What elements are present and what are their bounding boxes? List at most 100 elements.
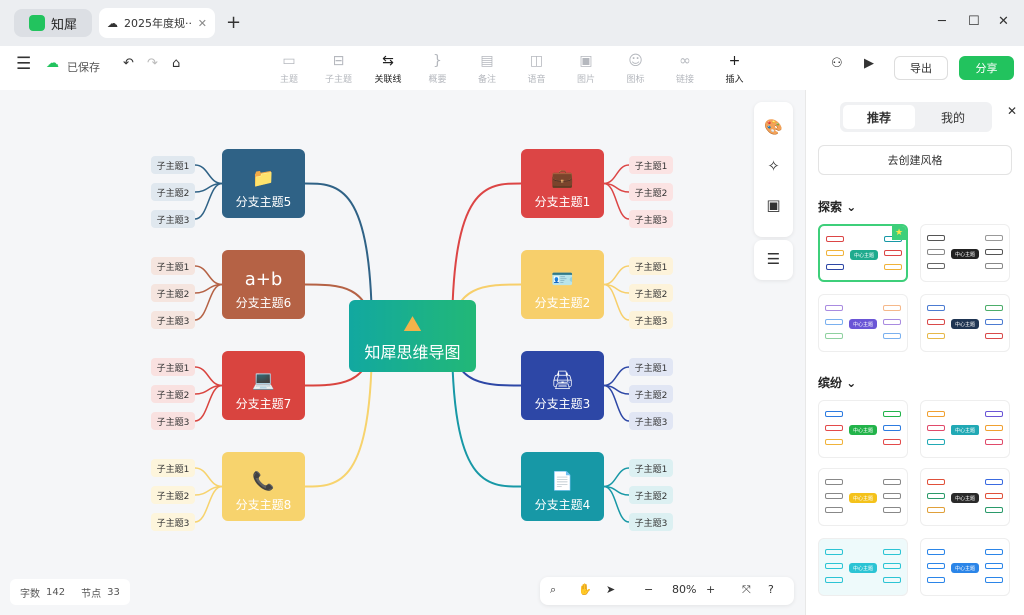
style-thumbnail[interactable]: 中心主题	[818, 400, 908, 458]
outline-list-icon[interactable]: ☰	[754, 250, 793, 268]
subtopic[interactable]: 子主题1	[629, 257, 673, 275]
close-panel-icon[interactable]: ✕	[1007, 104, 1017, 118]
tool-0[interactable]: ▭ 主题	[271, 52, 307, 85]
style-panel: 推荐 我的 ✕ 去创建风格 探索 ⌄ 缤纷 ⌄ 中心主题 ★ 中心主题 中心主题 中心主…	[805, 90, 1024, 615]
branch-topic-8[interactable]: 📞 分支主题8	[222, 452, 305, 521]
search-icon[interactable]: ⌕	[550, 583, 556, 597]
tool-6[interactable]: ▣ 图片	[568, 52, 604, 85]
subtopic[interactable]: 子主题2	[629, 284, 673, 302]
canvas-side-tools: 🎨 ✧ ▣	[754, 102, 793, 237]
branch-topic-label: 分支主题5	[235, 195, 292, 209]
export-button[interactable]: 导出	[894, 56, 948, 80]
branch-topic-2[interactable]: 🪪 分支主题2	[521, 250, 604, 319]
tool-icon: }	[433, 53, 442, 69]
style-thumbnail[interactable]: 中心主题	[920, 294, 1010, 352]
thumb-branch	[985, 507, 1003, 513]
branch-topic-6[interactable]: a+b 分支主题6	[222, 250, 305, 319]
branch-topic-3[interactable]: 🖨 分支主题3	[521, 351, 604, 420]
style-thumbnail[interactable]: 中心主题	[920, 224, 1010, 282]
maximize-button[interactable]: ☐	[968, 14, 980, 29]
subtopic[interactable]: 子主题3	[629, 311, 673, 329]
menu-icon[interactable]: ☰	[16, 54, 31, 74]
share-button[interactable]: 分享	[959, 56, 1014, 80]
document-tab[interactable]: ☁ 2025年度规··· ✕	[99, 8, 215, 38]
section-explore[interactable]: 探索 ⌄	[818, 198, 856, 215]
close-window-button[interactable]: ✕	[998, 14, 1009, 29]
saved-status: 已保存	[67, 61, 100, 74]
subtopic[interactable]: 子主题3	[151, 210, 195, 228]
subtopic[interactable]: 子主题3	[151, 513, 195, 531]
collaborate-icon[interactable]: ⚇	[831, 56, 843, 71]
create-style-button[interactable]: 去创建风格	[818, 145, 1012, 175]
minimize-button[interactable]: ─	[938, 14, 946, 29]
tool-1[interactable]: ⊟ 子主题	[321, 52, 357, 85]
subtopic[interactable]: 子主题3	[151, 412, 195, 430]
tool-label: 关联线	[374, 75, 402, 85]
subtopic[interactable]: 子主题1	[151, 156, 195, 174]
central-topic[interactable]: ⛰ 知犀思维导图	[349, 300, 476, 372]
panel-tabs: 推荐 我的	[840, 102, 992, 132]
subtopic[interactable]: 子主题1	[629, 459, 673, 477]
branch-topic-5[interactable]: 📁 分支主题5	[222, 149, 305, 218]
branch-topic-7[interactable]: 💻 分支主题7	[222, 351, 305, 420]
tool-8[interactable]: ∞ 链接	[667, 52, 703, 85]
branch-topic-4[interactable]: 📄 分支主题4	[521, 452, 604, 521]
style-thumbnail[interactable]: 中心主题	[818, 468, 908, 526]
subtopic[interactable]: 子主题3	[629, 513, 673, 531]
tool-3[interactable]: } 概要	[420, 52, 456, 85]
thumb-center: 中心主题	[951, 563, 979, 573]
subtopic[interactable]: 子主题1	[151, 358, 195, 376]
fit-screen-icon[interactable]: ⤧	[742, 583, 751, 597]
tab-recommended[interactable]: 推荐	[843, 105, 915, 129]
thumb-branch	[927, 333, 945, 339]
undo-icon[interactable]: ↶	[123, 56, 134, 71]
branch-topic-1[interactable]: 💼 分支主题1	[521, 149, 604, 218]
style-thumbnail[interactable]: 中心主题	[920, 400, 1010, 458]
subtopic[interactable]: 子主题3	[629, 210, 673, 228]
locate-icon[interactable]: ➤	[606, 583, 615, 596]
style-thumbnail[interactable]: 中心主题 ★	[818, 224, 908, 282]
format-painter-icon[interactable]: ⌂	[172, 56, 180, 71]
thumb-branch	[883, 411, 901, 417]
layout-icon[interactable]: ▣	[754, 196, 793, 214]
app-logo-icon	[28, 15, 45, 31]
palette-icon[interactable]: 🎨	[754, 118, 793, 136]
hand-icon[interactable]: ✋	[578, 583, 592, 596]
subtopic[interactable]: 子主题2	[151, 486, 195, 504]
subtopic[interactable]: 子主题2	[151, 385, 195, 403]
style-thumbnail[interactable]: 中心主题	[818, 294, 908, 352]
subtopic[interactable]: 子主题1	[629, 156, 673, 174]
thumb-branch	[927, 235, 945, 241]
zoom-out-button[interactable]: −	[644, 583, 653, 596]
tool-7[interactable]: ☺ 图标	[618, 52, 654, 85]
thumb-center: 中心主题	[849, 425, 877, 435]
subtopic[interactable]: 子主题3	[151, 311, 195, 329]
new-tab-button[interactable]: +	[226, 12, 241, 33]
folder-icon: 📁	[252, 168, 275, 189]
present-icon[interactable]: ▶	[864, 56, 874, 71]
tab-mine[interactable]: 我的	[917, 105, 989, 129]
style-thumbnail[interactable]: 中心主题	[818, 538, 908, 596]
subtopic[interactable]: 子主题2	[629, 385, 673, 403]
redo-icon[interactable]: ↷	[147, 56, 158, 71]
tool-5[interactable]: ◫ 语音	[519, 52, 555, 85]
subtopic[interactable]: 子主题2	[151, 284, 195, 302]
subtopic[interactable]: 子主题1	[151, 257, 195, 275]
tool-4[interactable]: ▤ 备注	[469, 52, 505, 85]
subtopic[interactable]: 子主题2	[629, 486, 673, 504]
subtopic[interactable]: 子主题1	[151, 459, 195, 477]
app-home-button[interactable]: 知犀	[14, 9, 92, 37]
subtopic[interactable]: 子主题3	[629, 412, 673, 430]
style-thumbnail[interactable]: 中心主题	[920, 468, 1010, 526]
subtopic[interactable]: 子主题1	[629, 358, 673, 376]
close-tab-icon[interactable]: ✕	[198, 17, 207, 30]
magic-style-icon[interactable]: ✧	[754, 157, 793, 175]
style-thumbnail[interactable]: 中心主题	[920, 538, 1010, 596]
zoom-in-button[interactable]: +	[706, 583, 715, 596]
help-icon[interactable]: ?	[768, 583, 774, 596]
tool-2[interactable]: ⇆ 关联线	[370, 52, 406, 85]
subtopic[interactable]: 子主题2	[629, 183, 673, 201]
section-colorful[interactable]: 缤纷 ⌄	[818, 374, 856, 391]
subtopic[interactable]: 子主题2	[151, 183, 195, 201]
tool-9[interactable]: + 插入	[717, 52, 753, 85]
